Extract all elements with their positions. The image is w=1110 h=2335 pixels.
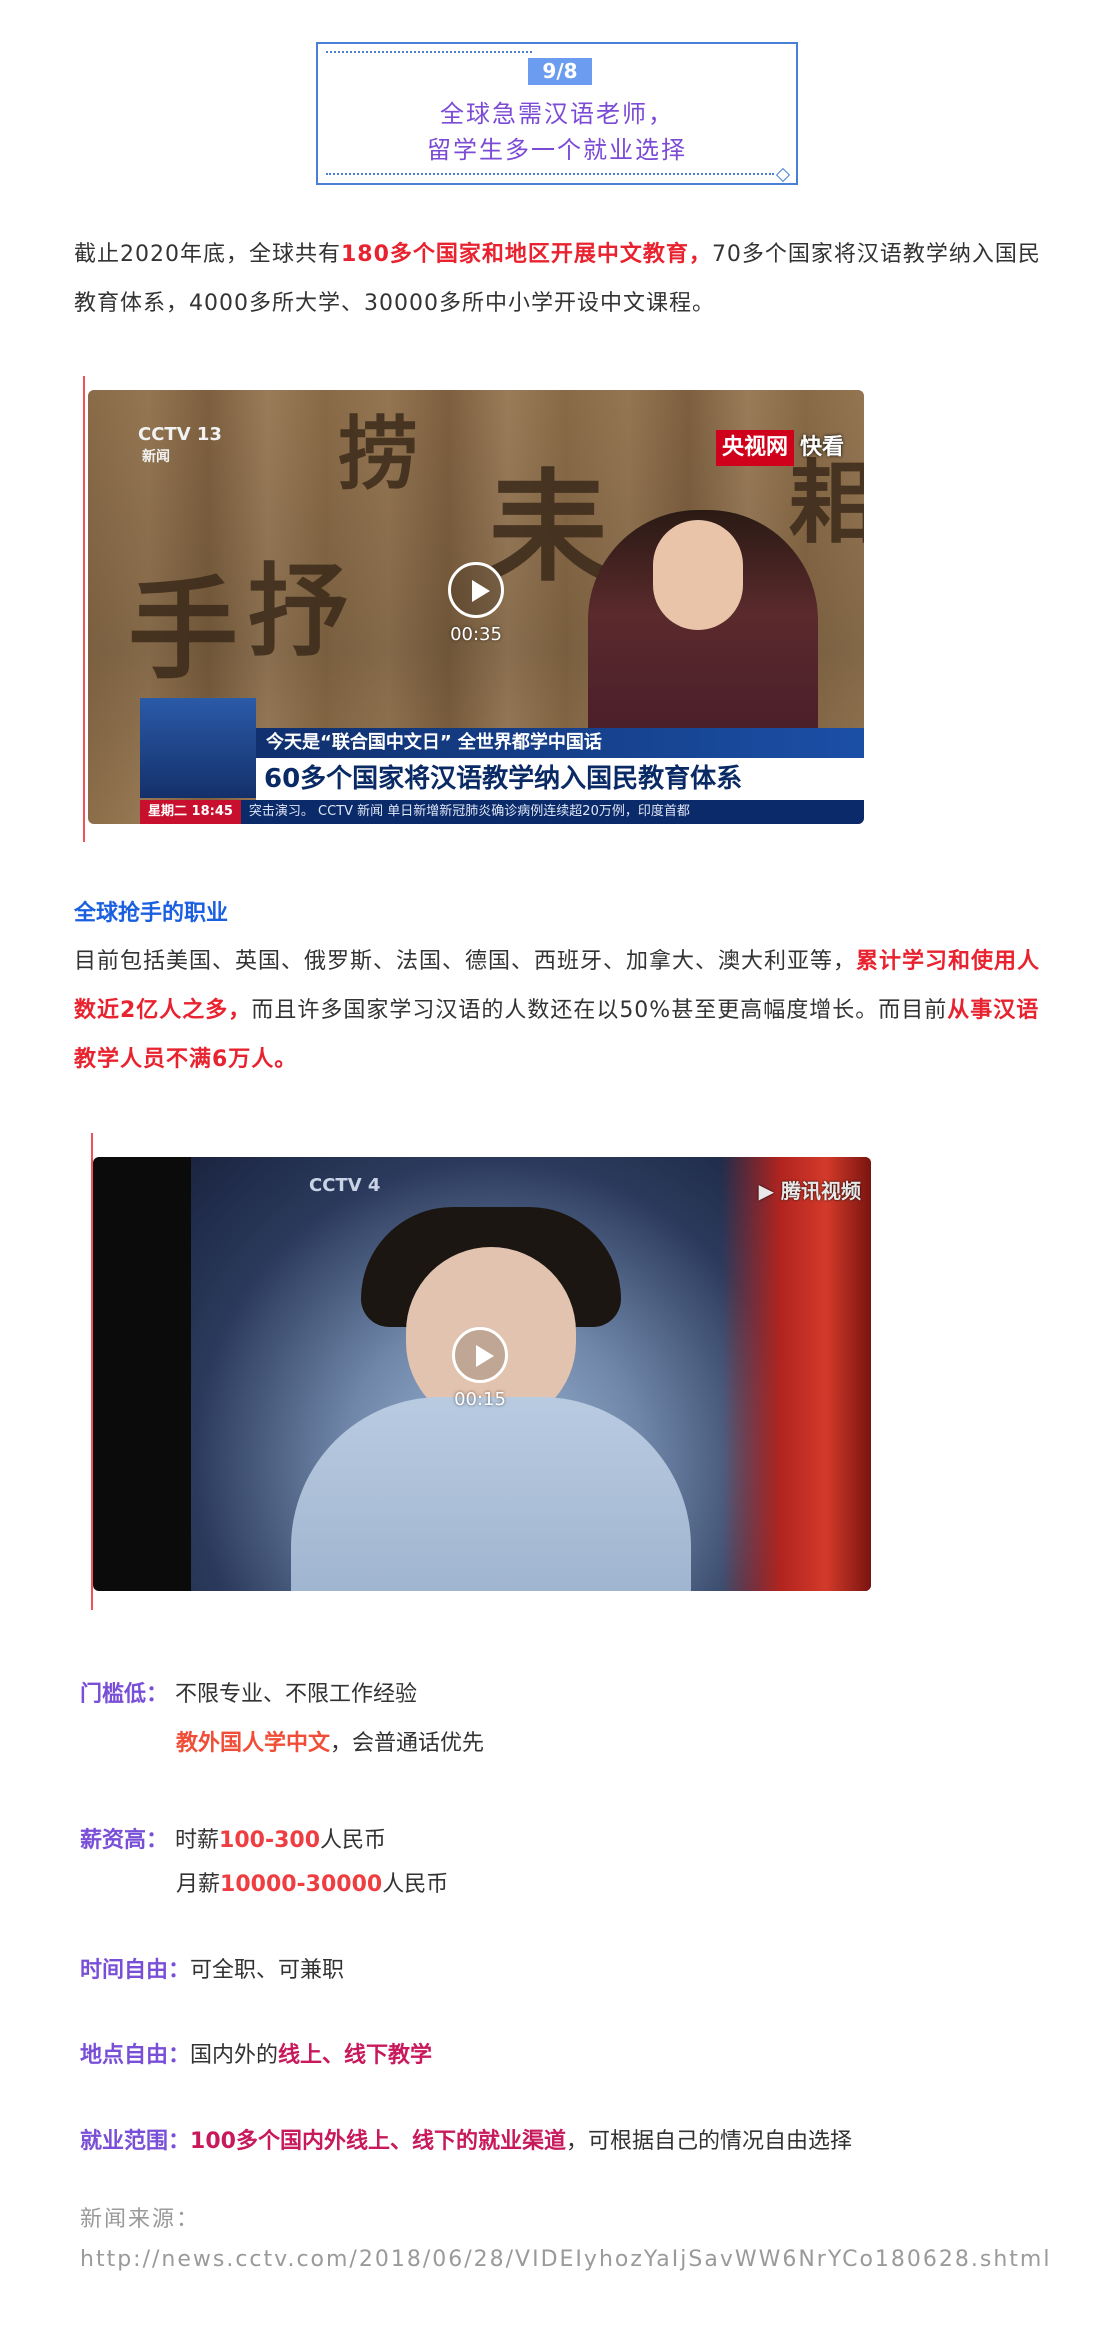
scope-label: 就业范围： bbox=[80, 2129, 191, 2154]
play-icon[interactable] bbox=[452, 1327, 508, 1383]
scope-highlight: 100多个国内外线上、线下的就业渠道 bbox=[190, 2129, 566, 2154]
news-subheadline: 今天是“联合国中文日” 全世界都学中国话 bbox=[256, 728, 864, 758]
time-row: 时间自由：可全职、可兼职 bbox=[80, 1952, 344, 1984]
wood-character: 耒 bbox=[488, 457, 608, 598]
place-highlight: 线上、线下教学 bbox=[278, 2043, 433, 2068]
salary-hour-value: 100-300 bbox=[219, 1828, 321, 1853]
wood-character: 抒 bbox=[248, 552, 348, 670]
header-title-line1: 全球急需汉语老师， bbox=[440, 100, 674, 128]
video1-duration: 00:35 bbox=[450, 624, 502, 645]
header-dotted-line-top bbox=[326, 51, 532, 53]
threshold-label: 门槛低： bbox=[80, 1682, 169, 1707]
scope-rest: ，可根据自己的情况自由选择 bbox=[565, 2129, 852, 2154]
section-heading: 全球抢手的职业 bbox=[74, 901, 229, 926]
ticker-time: 星期二 18:45 bbox=[140, 800, 241, 824]
threshold-text: 不限专业、不限工作经验 bbox=[175, 1682, 418, 1707]
header-box: 9/8 全球急需汉语老师， 留学生多一个就业选择 bbox=[316, 42, 798, 185]
news-source: 新闻来源： http://news.cctv.com/2018/06/28/VI… bbox=[80, 2200, 1060, 2280]
video-player-1[interactable]: 手 捞 耒 抒 耜 CCTV 13 新闻 央视网 快看 今天是“联合国中文日” 全… bbox=[88, 390, 864, 824]
header-title-line2: 留学生多一个就业选择 bbox=[427, 136, 687, 164]
cctv-channel-logo: CCTV 13 新闻 bbox=[138, 424, 222, 465]
video2-play-overlay[interactable]: 00:15 bbox=[450, 1327, 510, 1410]
video2-duration: 00:15 bbox=[454, 1389, 506, 1410]
section-text-c: 而且许多国家学习汉语的人数还在以50%甚至更高幅度增长。而目前 bbox=[251, 998, 948, 1023]
salary-row-2: 月薪10000-30000人民币 bbox=[176, 1866, 448, 1898]
header-title: 全球急需汉语老师， 留学生多一个就业选择 bbox=[318, 96, 796, 168]
section-paragraph: 目前包括美国、英国、俄罗斯、法国、德国、西班牙、加拿大、澳大利亚等，累计学习和使… bbox=[74, 937, 1044, 1084]
salary-month-prefix: 月薪 bbox=[176, 1872, 221, 1897]
video1-play-overlay[interactable]: 00:35 bbox=[446, 562, 506, 645]
diamond-icon bbox=[775, 167, 791, 183]
news-ticker: 星期二 18:45 突击演习。 CCTV 新闻 单日新增新冠肺炎确诊病例连续超20… bbox=[140, 800, 864, 824]
source-url[interactable]: http://news.cctv.com/2018/06/28/VIDEIyho… bbox=[80, 2240, 1060, 2280]
sign-language-inset bbox=[140, 698, 256, 798]
news-headline: 60多个国家将汉语教学纳入国民教育体系 bbox=[256, 758, 864, 800]
cctv-net-badge: 央视网 快看 bbox=[715, 430, 850, 466]
threshold-highlight: 教外国人学中文 bbox=[176, 1731, 331, 1756]
place-text: 国内外的 bbox=[190, 2043, 279, 2068]
intro-highlight: 180多个国家和地区开展中文教育， bbox=[341, 242, 712, 267]
time-label: 时间自由： bbox=[80, 1958, 191, 1983]
intro-paragraph: 截止2020年底，全球共有180多个国家和地区开展中文教育，70多个国家将汉语教… bbox=[74, 230, 1044, 328]
threshold-row: 门槛低： 不限专业、不限工作经验 bbox=[80, 1676, 417, 1708]
cctv4-channel-logo: CCTV 4 bbox=[309, 1175, 381, 1196]
news-anchor-suit bbox=[291, 1397, 691, 1591]
salary-month-value: 10000-30000 bbox=[220, 1872, 383, 1897]
video2-red-backdrop bbox=[721, 1157, 871, 1591]
brand-white-label: 快看 bbox=[799, 435, 844, 460]
ticker-text: 突击演习。 CCTV 新闻 单日新增新冠肺炎确诊病例连续超20万例，印度首都 bbox=[248, 804, 690, 819]
video-player-2[interactable]: CCTV 4 ▶ 腾讯视频 00:15 bbox=[93, 1157, 871, 1591]
section-badge: 9/8 bbox=[528, 58, 592, 85]
play-icon[interactable] bbox=[448, 562, 504, 618]
header-dotted-line-bottom bbox=[326, 173, 774, 175]
salary-month-unit: 人民币 bbox=[382, 1872, 449, 1897]
wood-character: 捞 bbox=[338, 407, 418, 501]
salary-hour-prefix: 时薪 bbox=[175, 1828, 220, 1853]
place-label: 地点自由： bbox=[80, 2043, 191, 2068]
salary-row: 薪资高： 时薪100-300人民币 bbox=[80, 1822, 386, 1854]
salary-label: 薪资高： bbox=[80, 1828, 169, 1853]
intro-text-a: 截止2020年底，全球共有 bbox=[74, 242, 341, 267]
tencent-video-watermark: ▶ 腾讯视频 bbox=[758, 1179, 861, 1203]
section-text-a: 目前包括美国、英国、俄罗斯、法国、德国、西班牙、加拿大、澳大利亚等， bbox=[74, 949, 857, 974]
news-anchor-face bbox=[653, 520, 743, 630]
threshold-rest: ，会普通话优先 bbox=[330, 1731, 485, 1756]
source-label: 新闻来源： bbox=[80, 2207, 201, 2232]
salary-hour-unit: 人民币 bbox=[320, 1828, 387, 1853]
brand-red-label: 央视网 bbox=[715, 430, 794, 466]
wood-character: 手 bbox=[128, 565, 238, 694]
video1-red-guide-line bbox=[83, 376, 85, 842]
threshold-row-2: 教外国人学中文，会普通话优先 bbox=[176, 1725, 484, 1757]
time-text: 可全职、可兼职 bbox=[190, 1958, 345, 1983]
scope-row: 就业范围：100多个国内外线上、线下的就业渠道，可根据自己的情况自由选择 bbox=[80, 2123, 852, 2155]
place-row: 地点自由：国内外的线上、线下教学 bbox=[80, 2037, 432, 2069]
